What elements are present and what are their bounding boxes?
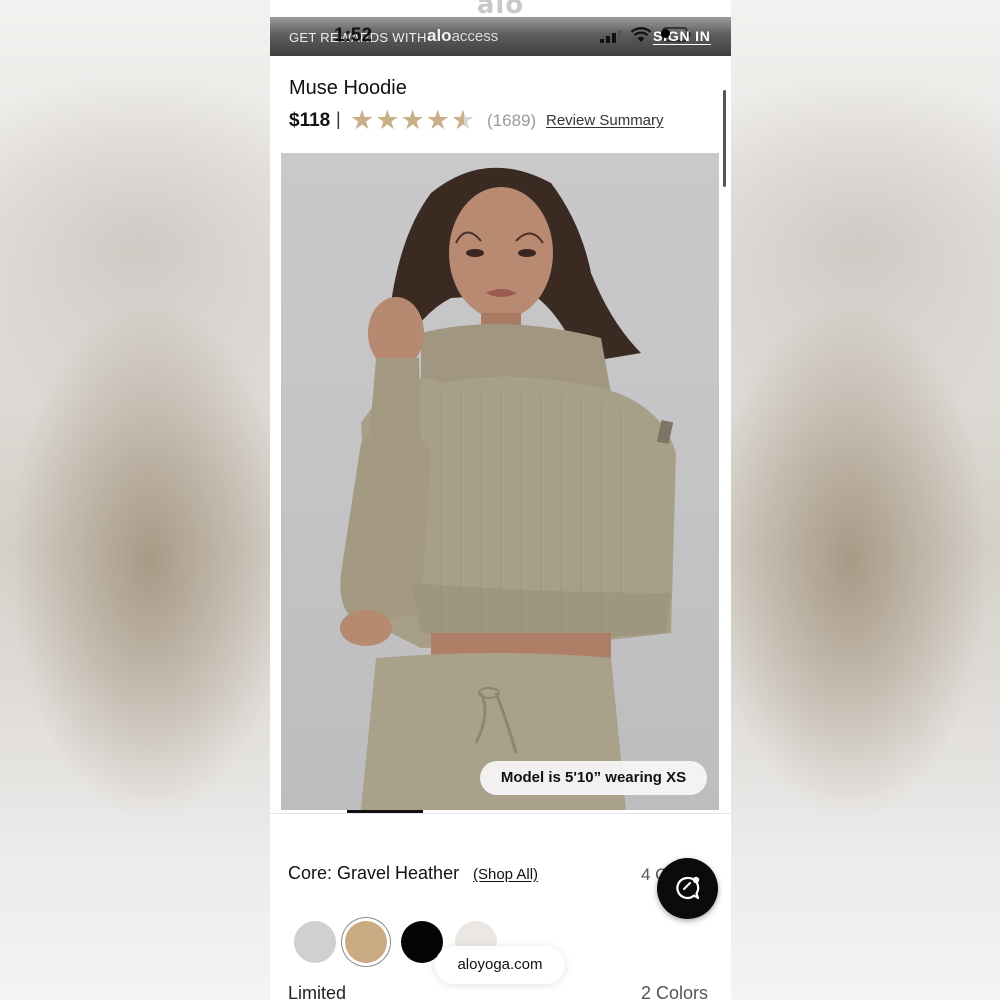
- model-photo: [340, 167, 676, 810]
- wifi-icon: [630, 27, 652, 42]
- camera-dot-icon: [661, 29, 670, 38]
- star-icon: ★: [425, 105, 450, 135]
- limited-label: Limited: [288, 983, 347, 1000]
- star-icon: ★: [375, 105, 400, 135]
- alo-access-logo: aloaccess: [427, 26, 498, 46]
- brand-access: access: [451, 28, 499, 45]
- price-separator: |: [336, 109, 341, 129]
- browser-url-bar[interactable]: aloyoga.com: [435, 946, 565, 984]
- brand-alo: alo: [427, 26, 452, 45]
- swatch-gravel-heather-selected[interactable]: [345, 921, 387, 963]
- phone-screen: alo GET REWARDS WITH aloaccess 1:52 SIGN…: [270, 0, 731, 1000]
- model-info-badge: Model is 5'10” wearing XS: [480, 761, 707, 795]
- signal-icon: [600, 30, 621, 43]
- status-time: 1:52: [334, 25, 373, 46]
- scrollbar[interactable]: [723, 90, 726, 187]
- review-summary-link[interactable]: Review Summary: [546, 112, 664, 129]
- star-icon: ★: [400, 105, 425, 135]
- product-image[interactable]: Model is 5'10” wearing XS: [281, 153, 719, 810]
- star-icon: ★: [350, 105, 375, 135]
- site-logo[interactable]: alo: [270, 0, 731, 17]
- limited-colors-count: 2 Colors: [641, 983, 709, 1000]
- rewards-promo-bar[interactable]: GET REWARDS WITH aloaccess 1:52 SIGN IN: [270, 17, 731, 56]
- product-title: Muse Hoodie: [289, 77, 407, 99]
- half-star-icon: ★: [450, 105, 476, 135]
- swatch-light-grey[interactable]: [294, 921, 336, 963]
- chat-button[interactable]: [657, 858, 718, 919]
- chat-icon: [676, 876, 700, 900]
- product-price: $118: [289, 110, 331, 131]
- rating-stars[interactable]: ★ ★ ★ ★ ★: [350, 107, 475, 134]
- color-name: Core: Gravel Heather: [288, 863, 460, 883]
- logo-text: alo: [476, 0, 525, 17]
- review-count[interactable]: (1689): [487, 111, 536, 131]
- shop-all-link[interactable]: (Shop All): [473, 866, 538, 883]
- section-divider: [270, 813, 731, 814]
